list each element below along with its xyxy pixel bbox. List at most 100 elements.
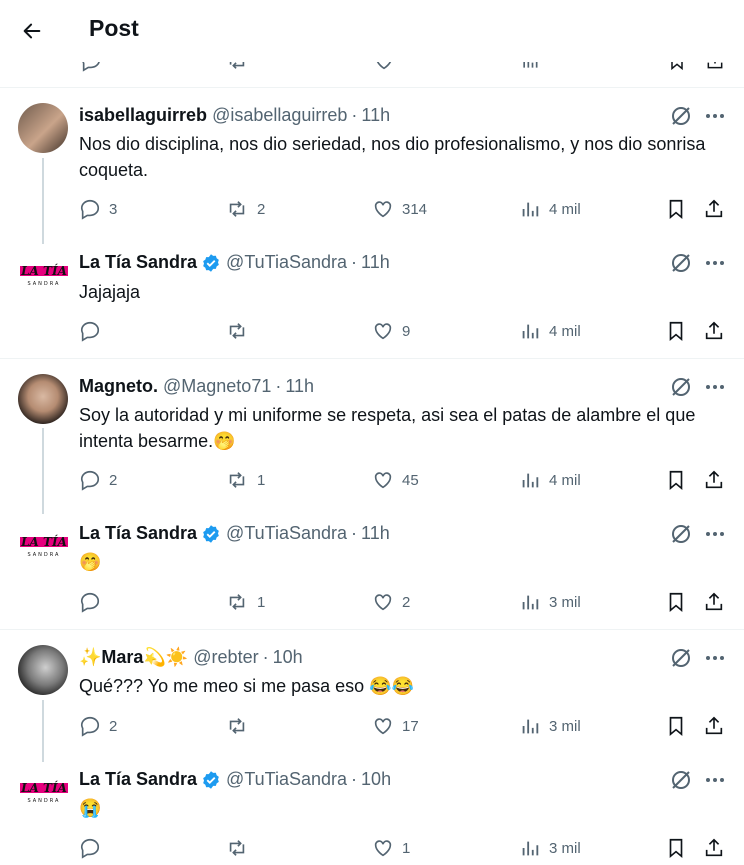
reply-button[interactable]: 3 <box>79 196 117 222</box>
user-handle[interactable]: @rebter <box>193 647 258 668</box>
bookmark-button[interactable] <box>665 835 687 861</box>
retweet-icon <box>229 840 245 856</box>
timestamp[interactable]: 10h <box>273 647 303 668</box>
share-button[interactable] <box>703 835 725 861</box>
tweet-actions: 2 1 45 4 mil <box>0 467 744 493</box>
emoji: 😂😂 <box>369 676 415 696</box>
like-button[interactable]: 2 <box>372 589 410 615</box>
share-button[interactable] <box>703 467 725 493</box>
tweet-actions: 9 4 mil <box>0 318 744 344</box>
avatar[interactable] <box>18 103 68 153</box>
more-icon[interactable] <box>703 251 727 275</box>
views-button[interactable]: 3 mil <box>519 589 581 615</box>
timestamp[interactable]: 11h <box>361 523 390 544</box>
display-name[interactable]: Magneto. <box>79 376 158 397</box>
like-button[interactable]: 314 <box>372 196 427 222</box>
grok-icon[interactable] <box>669 251 693 275</box>
timestamp[interactable]: 11h <box>285 376 314 397</box>
retweet-button[interactable] <box>225 835 257 861</box>
tweet-actions: 1 2 3 mil <box>0 589 744 615</box>
share-icon <box>705 838 723 857</box>
reply-icon <box>80 199 100 220</box>
retweet-icon <box>229 472 245 488</box>
views-button[interactable]: 3 mil <box>519 713 581 739</box>
user-handle[interactable]: @TuTiaSandra <box>226 252 347 273</box>
more-icon[interactable] <box>703 522 727 546</box>
grok-icon[interactable] <box>669 768 693 792</box>
verified-badge-icon <box>203 253 219 272</box>
svg-text:LA TÍA: LA TÍA <box>20 534 67 549</box>
share-icon <box>705 716 723 735</box>
tweet-header: La Tía Sandra @TuTiaSandra · 11h <box>79 252 390 273</box>
views-button[interactable]: 4 mil <box>519 196 581 222</box>
views-button[interactable]: 3 mil <box>519 835 581 861</box>
more-icon[interactable] <box>703 375 727 399</box>
reply-icon <box>80 716 100 737</box>
grok-icon[interactable] <box>669 522 693 546</box>
retweet-button[interactable]: 2 <box>225 196 265 222</box>
grok-icon[interactable] <box>669 646 693 670</box>
like-button[interactable]: 17 <box>372 713 419 739</box>
bookmark-button[interactable] <box>665 318 687 344</box>
reply-button[interactable] <box>79 589 109 615</box>
views-icon <box>522 719 539 734</box>
like-button[interactable]: 1 <box>372 835 410 861</box>
reply-button[interactable] <box>79 318 109 344</box>
retweet-button[interactable]: 1 <box>225 589 265 615</box>
timestamp[interactable]: 11h <box>361 252 390 273</box>
retweet-button[interactable]: 1 <box>225 467 265 493</box>
emoji: 🤭 <box>79 552 102 572</box>
retweet-button[interactable] <box>225 713 257 739</box>
bookmark-button[interactable] <box>665 713 687 739</box>
user-handle[interactable]: @TuTiaSandra <box>226 769 347 790</box>
display-name[interactable]: La Tía Sandra <box>79 523 197 544</box>
back-button[interactable] <box>14 14 50 48</box>
views-button[interactable]: 4 mil <box>519 318 581 344</box>
reply-button[interactable]: 2 <box>79 467 117 493</box>
views-button[interactable]: 4 mil <box>519 467 581 493</box>
user-handle[interactable]: @TuTiaSandra <box>226 523 347 544</box>
share-button[interactable] <box>703 196 725 222</box>
views-icon <box>522 841 539 856</box>
retweet-icon <box>229 201 245 217</box>
retweet-button[interactable] <box>225 318 257 344</box>
like-button[interactable]: 9 <box>372 318 410 344</box>
more-icon[interactable] <box>703 104 727 128</box>
reply-button[interactable]: 2 <box>79 713 117 739</box>
more-icon[interactable] <box>703 646 727 670</box>
reply-icon <box>80 592 100 613</box>
la-tia-sandra-logo: LA TÍA SANDRA <box>20 780 68 804</box>
tweet-actions: 3 2 314 4 mil <box>0 196 744 222</box>
tweet-actions: 2 17 3 mil <box>0 713 744 739</box>
brand-logo-avatar[interactable]: LA TÍA SANDRA <box>18 775 70 805</box>
grok-icon[interactable] <box>669 375 693 399</box>
like-button[interactable]: 45 <box>372 467 419 493</box>
user-handle[interactable]: @Magneto71 <box>163 376 271 397</box>
reply-button[interactable] <box>79 835 109 861</box>
display-name[interactable]: isabellaguirreb <box>79 105 207 126</box>
retweet-icon <box>229 718 245 734</box>
emoji: 🤭 <box>213 431 236 451</box>
timestamp[interactable]: 11h <box>361 105 390 126</box>
display-name[interactable]: La Tía Sandra <box>79 252 197 273</box>
share-button[interactable] <box>703 318 725 344</box>
avatar[interactable] <box>18 374 68 424</box>
share-icon <box>705 592 723 611</box>
user-handle[interactable]: @isabellaguirreb <box>212 105 347 126</box>
grok-icon[interactable] <box>669 104 693 128</box>
retweet-count: 2 <box>257 200 266 218</box>
brand-logo-avatar[interactable]: LA TÍA SANDRA <box>18 529 70 559</box>
share-button[interactable] <box>703 589 725 615</box>
avatar[interactable] <box>18 645 68 695</box>
bookmark-button[interactable] <box>665 196 687 222</box>
display-name[interactable]: La Tía Sandra <box>79 769 197 790</box>
timestamp[interactable]: 10h <box>361 769 391 790</box>
more-icon[interactable] <box>703 768 727 792</box>
bookmark-button[interactable] <box>665 589 687 615</box>
views-count: 4 mil <box>549 200 581 218</box>
reply-count: 2 <box>109 717 118 735</box>
brand-logo-avatar[interactable]: LA TÍA SANDRA <box>18 258 70 288</box>
display-name[interactable]: Mara <box>101 647 143 668</box>
share-button[interactable] <box>703 713 725 739</box>
bookmark-button[interactable] <box>665 467 687 493</box>
